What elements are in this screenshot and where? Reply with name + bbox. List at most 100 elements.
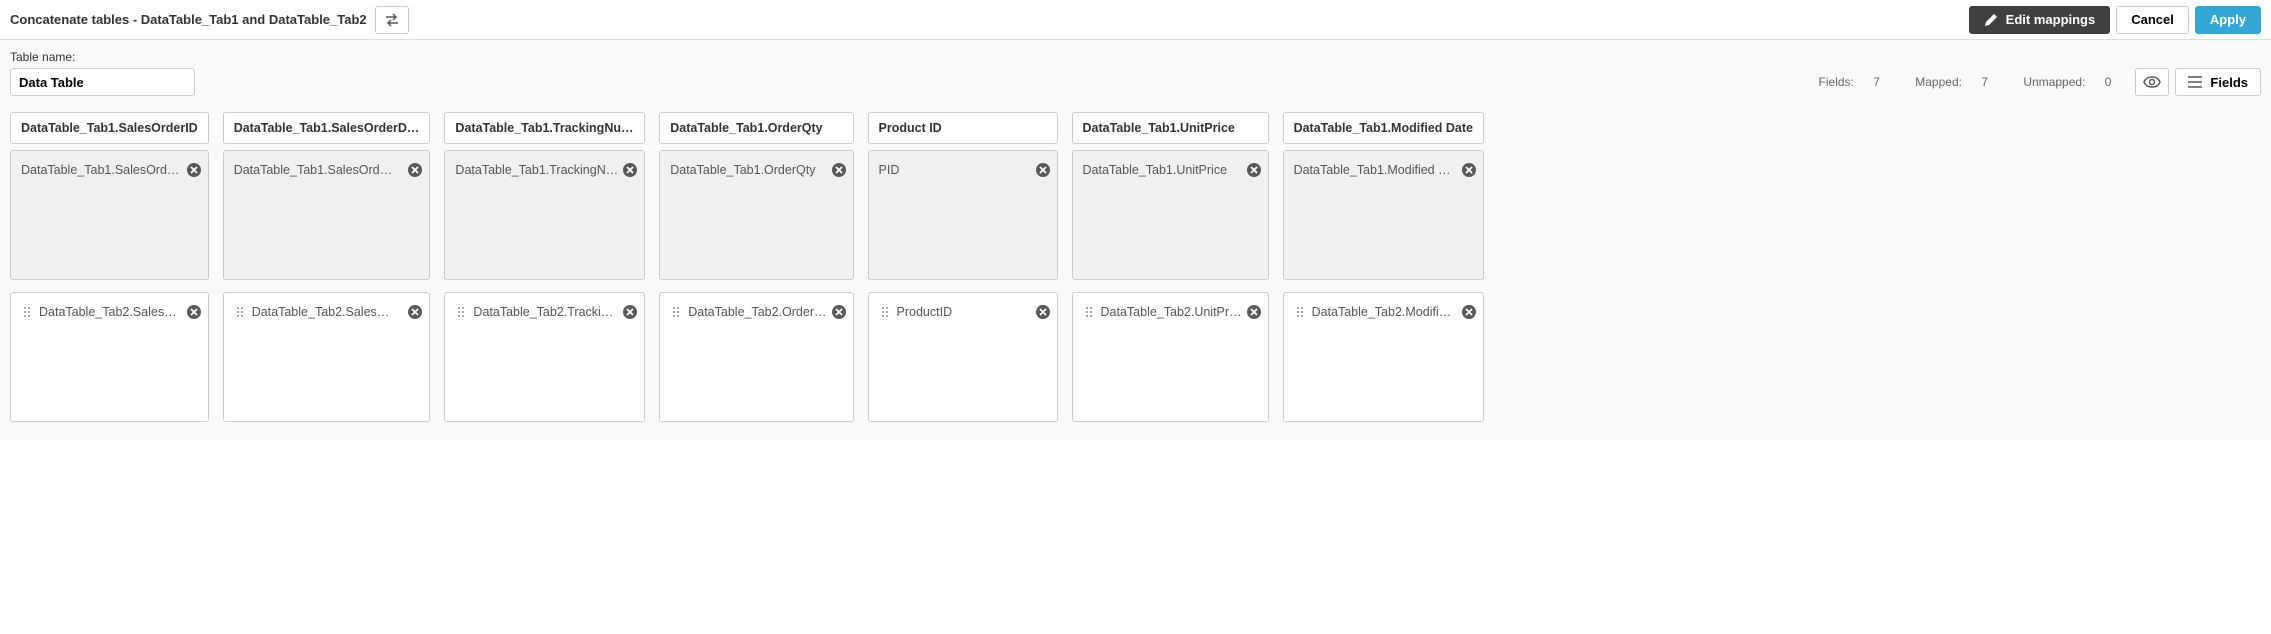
apply-button[interactable]: Apply: [2195, 6, 2261, 34]
drag-handle-icon: [1296, 306, 1304, 318]
column-header[interactable]: DataTable_Tab1.SalesOrderID: [10, 112, 209, 144]
source-box-bottom[interactable]: DataTable_Tab2.Sales…: [223, 292, 431, 422]
remove-icon[interactable]: [186, 162, 202, 178]
column-header-label: DataTable_Tab1.UnitPrice: [1083, 121, 1235, 135]
remove-icon[interactable]: [1035, 162, 1051, 178]
drag-handle[interactable]: [670, 306, 682, 318]
drag-handle[interactable]: [1294, 306, 1306, 318]
column: DataTable_Tab1.SalesOrderD… DataTable_Tab…: [223, 112, 431, 422]
field-name: PID: [879, 163, 1031, 177]
swap-button[interactable]: [375, 6, 409, 34]
column: DataTable_Tab1.SalesOrderID DataTable_Tab…: [10, 112, 209, 422]
source-box-top[interactable]: DataTable_Tab1.OrderQty: [659, 150, 853, 280]
drag-handle[interactable]: [879, 306, 891, 318]
mapped-stat: Mapped: 7: [1907, 75, 1999, 89]
drag-handle[interactable]: [1083, 306, 1095, 318]
edit-mappings-label: Edit mappings: [2006, 12, 2096, 27]
tablename-input[interactable]: [10, 68, 195, 96]
remove-icon[interactable]: [407, 304, 423, 320]
field-name: DataTable_Tab1.Modified …: [1294, 163, 1457, 177]
column-header[interactable]: Product ID: [868, 112, 1058, 144]
column: Product ID PID ProductID: [868, 112, 1058, 422]
apply-label: Apply: [2210, 12, 2246, 27]
remove-icon[interactable]: [622, 304, 638, 320]
column-header-label: DataTable_Tab1.SalesOrderD…: [234, 121, 420, 135]
field-name: DataTable_Tab1.SalesOrd…: [234, 163, 404, 177]
remove-icon[interactable]: [1035, 304, 1051, 320]
fields-stat: Fields: 7: [1811, 75, 1892, 89]
toolbar-row: Fields: 7 Mapped: 7 Unmapped: 0 Fields: [10, 68, 2261, 96]
field-row[interactable]: DataTable_Tab2.Modifi…: [1284, 293, 1483, 331]
remove-icon[interactable]: [1246, 304, 1262, 320]
column-header[interactable]: DataTable_Tab1.OrderQty: [659, 112, 853, 144]
field-row[interactable]: DataTable_Tab1.SalesOrd…: [224, 151, 430, 189]
source-box-top[interactable]: DataTable_Tab1.Modified …: [1283, 150, 1484, 280]
field-name: DataTable_Tab2.UnitPr…: [1101, 305, 1242, 319]
column-header[interactable]: DataTable_Tab1.Modified Date: [1283, 112, 1484, 144]
fields-button-label: Fields: [2210, 75, 2248, 90]
drag-handle-icon: [23, 306, 31, 318]
visibility-toggle-button[interactable]: [2135, 68, 2169, 96]
column: DataTable_Tab1.Modified Date DataTable_Ta…: [1283, 112, 1484, 422]
field-row[interactable]: PID: [869, 151, 1057, 189]
stats: Fields: 7 Mapped: 7 Unmapped: 0: [1803, 75, 2128, 89]
source-box-top[interactable]: DataTable_Tab1.TrackingN…: [444, 150, 645, 280]
source-box-top[interactable]: PID: [868, 150, 1058, 280]
field-row[interactable]: DataTable_Tab2.Tracki…: [445, 293, 644, 331]
drag-handle-icon: [236, 306, 244, 318]
field-row[interactable]: DataTable_Tab2.Order…: [660, 293, 852, 331]
field-name: DataTable_Tab2.Order…: [688, 305, 826, 319]
source-box-bottom[interactable]: DataTable_Tab2.Modifi…: [1283, 292, 1484, 422]
drag-handle-icon: [672, 306, 680, 318]
field-name: DataTable_Tab2.Sales…: [39, 305, 182, 319]
columns-wrap: DataTable_Tab1.SalesOrderID DataTable_Tab…: [10, 112, 2261, 422]
swap-icon: [384, 13, 400, 27]
edit-mappings-button[interactable]: Edit mappings: [1969, 6, 2111, 34]
field-row[interactable]: DataTable_Tab1.SalesOrd…: [11, 151, 208, 189]
column-header-label: DataTable_Tab1.TrackingNu…: [455, 121, 633, 135]
column-header[interactable]: DataTable_Tab1.UnitPrice: [1072, 112, 1269, 144]
column-header[interactable]: DataTable_Tab1.TrackingNu…: [444, 112, 645, 144]
field-name: DataTable_Tab1.UnitPrice: [1083, 163, 1242, 177]
remove-icon[interactable]: [1461, 162, 1477, 178]
remove-icon[interactable]: [831, 162, 847, 178]
remove-icon[interactable]: [622, 162, 638, 178]
pencil-icon: [1984, 13, 1998, 27]
field-row[interactable]: DataTable_Tab1.OrderQty: [660, 151, 852, 189]
field-name: DataTable_Tab2.Sales…: [252, 305, 404, 319]
field-row[interactable]: DataTable_Tab1.UnitPrice: [1073, 151, 1268, 189]
source-box-top[interactable]: DataTable_Tab1.SalesOrd…: [223, 150, 431, 280]
source-box-top[interactable]: DataTable_Tab1.SalesOrd…: [10, 150, 209, 280]
field-row[interactable]: DataTable_Tab2.Sales…: [11, 293, 208, 331]
source-box-bottom[interactable]: DataTable_Tab2.Tracki…: [444, 292, 645, 422]
field-row[interactable]: DataTable_Tab2.UnitPr…: [1073, 293, 1268, 331]
source-box-bottom[interactable]: ProductID: [868, 292, 1058, 422]
fields-button[interactable]: Fields: [2175, 68, 2261, 96]
eye-icon: [2143, 76, 2161, 88]
field-row[interactable]: DataTable_Tab1.TrackingN…: [445, 151, 644, 189]
drag-handle-icon: [881, 306, 889, 318]
remove-icon[interactable]: [1246, 162, 1262, 178]
cancel-label: Cancel: [2131, 12, 2174, 27]
drag-handle[interactable]: [234, 306, 246, 318]
source-box-bottom[interactable]: DataTable_Tab2.Order…: [659, 292, 853, 422]
column-header-label: DataTable_Tab1.Modified Date: [1294, 121, 1473, 135]
source-box-top[interactable]: DataTable_Tab1.UnitPrice: [1072, 150, 1269, 280]
content-area: Table name: Fields: 7 Mapped: 7 Unmapped…: [0, 40, 2271, 440]
drag-handle[interactable]: [455, 306, 467, 318]
column: DataTable_Tab1.TrackingNu… DataTable_Tab1…: [444, 112, 645, 422]
field-name: DataTable_Tab2.Tracki…: [473, 305, 618, 319]
remove-icon[interactable]: [1461, 304, 1477, 320]
column-header[interactable]: DataTable_Tab1.SalesOrderD…: [223, 112, 431, 144]
field-name: DataTable_Tab2.Modifi…: [1312, 305, 1457, 319]
cancel-button[interactable]: Cancel: [2116, 6, 2189, 34]
field-row[interactable]: DataTable_Tab2.Sales…: [224, 293, 430, 331]
remove-icon[interactable]: [831, 304, 847, 320]
source-box-bottom[interactable]: DataTable_Tab2.UnitPr…: [1072, 292, 1269, 422]
source-box-bottom[interactable]: DataTable_Tab2.Sales…: [10, 292, 209, 422]
remove-icon[interactable]: [407, 162, 423, 178]
field-row[interactable]: DataTable_Tab1.Modified …: [1284, 151, 1483, 189]
drag-handle[interactable]: [21, 306, 33, 318]
field-row[interactable]: ProductID: [869, 293, 1057, 331]
remove-icon[interactable]: [186, 304, 202, 320]
